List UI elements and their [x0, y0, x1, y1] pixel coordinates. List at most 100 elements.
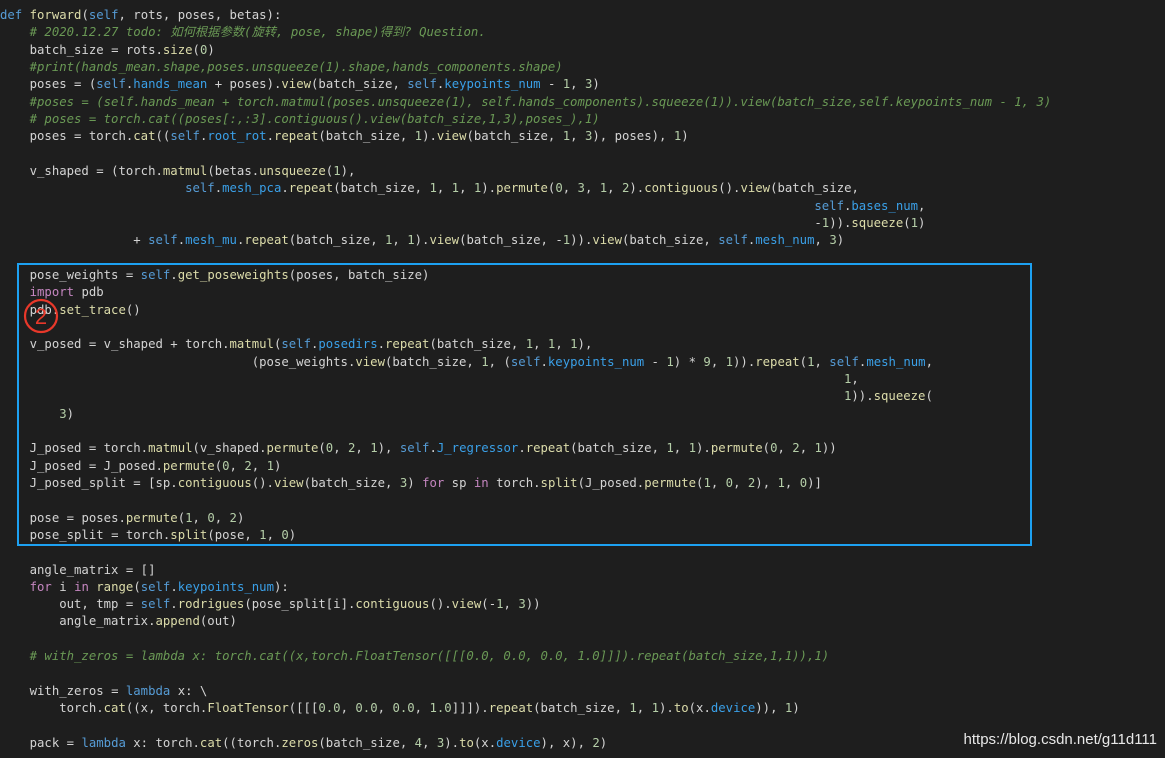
code-token: ,	[392, 233, 408, 248]
code-line[interactable]	[0, 665, 1165, 682]
code-line[interactable]	[0, 146, 1165, 163]
code-token: with_zeros	[0, 683, 112, 698]
code-editor[interactable]: def forward(self, rots, poses, betas): #…	[0, 0, 1165, 758]
code-line[interactable]: def forward(self, rots, poses, betas):	[0, 7, 1165, 24]
code-token: -	[540, 77, 563, 92]
code-token: v_shaped	[0, 163, 97, 178]
code-token: unsqueeze	[259, 163, 326, 178]
code-token: pack	[0, 735, 67, 750]
code-token: lambda	[81, 735, 126, 750]
code-token: ), x),	[540, 735, 593, 750]
code-token: )	[918, 215, 926, 230]
code-token: #poses = (self.hands_mean + torch.matmul…	[0, 94, 1052, 109]
code-token: 1	[629, 701, 637, 716]
code-token: (torch.	[111, 163, 163, 178]
code-token: 0.0	[355, 701, 378, 716]
code-line[interactable]: # with_zeros = lambda x: torch.cat((x,to…	[0, 648, 1165, 665]
code-token: (batch_size,	[288, 233, 386, 248]
code-token: =	[96, 163, 112, 178]
code-token: view	[436, 129, 467, 144]
annotation-mark-label: 2	[35, 304, 47, 329]
code-line[interactable]: self.mesh_pca.repeat(batch_size, 1, 1, 1…	[0, 180, 1165, 197]
code-token: view	[429, 233, 460, 248]
code-line[interactable]: #poses = (self.hands_mean + torch.matmul…	[0, 94, 1165, 111]
code-line[interactable]: angle_matrix.append(out)	[0, 613, 1165, 630]
code-token: ).	[422, 129, 437, 144]
code-token: ).	[444, 735, 460, 750]
code-token: def	[0, 8, 30, 22]
code-token: 1	[496, 597, 504, 612]
code-token: 2	[592, 735, 600, 750]
code-token: self	[170, 129, 200, 144]
code-token: ,	[436, 181, 452, 196]
code-token: view	[592, 233, 622, 248]
code-token: ))	[525, 597, 541, 612]
code-token: ().	[718, 181, 741, 196]
code-line[interactable]: with_zeros = lambda x: \	[0, 683, 1165, 700]
code-token: angle_matrix	[0, 562, 126, 577]
code-token: self	[185, 181, 215, 196]
code-token: (batch_size,	[621, 233, 719, 248]
code-token: (pose_split[i].	[244, 597, 356, 612]
code-token: self	[96, 77, 126, 92]
code-token: 0	[555, 181, 563, 196]
code-line[interactable]	[0, 544, 1165, 561]
code-token: lambda	[125, 683, 171, 698]
code-token: device	[710, 701, 756, 716]
code-token: 3	[577, 181, 585, 196]
code-token: ).	[629, 181, 645, 196]
code-token: )	[592, 77, 600, 92]
code-line[interactable]: out, tmp = self.rodrigues(pose_split[i].…	[0, 596, 1165, 613]
code-line[interactable]: angle_matrix = []	[0, 562, 1165, 579]
code-token: 0.0	[318, 701, 341, 716]
code-token: )	[836, 233, 845, 248]
code-token: ,	[814, 233, 830, 248]
code-line[interactable]: poses = torch.cat((self.root_rot.repeat(…	[0, 128, 1165, 145]
code-line[interactable]: batch_size = rots.size(0)	[0, 42, 1165, 59]
code-token: (batch_size,	[318, 735, 415, 750]
code-token: )	[599, 735, 608, 750]
code-line[interactable]: torch.cat((x, torch.FloatTensor([[[0.0, …	[0, 700, 1165, 717]
code-token: x: \	[170, 683, 208, 698]
code-line[interactable]: for i in range(self.keypoints_num):	[0, 579, 1165, 596]
code-token: +	[0, 233, 149, 248]
code-line[interactable]: self.bases_num,	[0, 198, 1165, 215]
code-token: squeeze	[851, 215, 904, 230]
code-token: 4	[414, 735, 423, 750]
code-token: size	[162, 42, 193, 57]
code-token: keypoints_num	[177, 579, 274, 594]
code-token: 1.0	[429, 701, 452, 716]
code-token: 3	[518, 597, 526, 612]
code-token: (	[81, 8, 89, 22]
code-token: .	[281, 181, 289, 196]
code-token: cat	[103, 701, 126, 716]
code-token: ):	[274, 579, 289, 594]
code-token: repeat	[244, 233, 289, 248]
code-line[interactable]: # 2020.12.27 todo: 如何根据参数(旋转, pose, shap…	[0, 24, 1165, 41]
code-line[interactable]: + self.mesh_mu.repeat(batch_size, 1, 1).…	[0, 232, 1165, 249]
code-token: )).	[570, 233, 593, 248]
code-token: (batch_size,	[311, 77, 408, 92]
code-token: ),	[340, 163, 356, 178]
code-token: ,	[918, 198, 926, 213]
code-line[interactable]: # poses = torch.cat((poses[:,:3].contigu…	[0, 111, 1165, 128]
code-line[interactable]: v_shaped = (torch.matmul(betas.unsqueeze…	[0, 163, 1165, 180]
code-token: =	[66, 735, 82, 750]
code-token: 1	[451, 181, 460, 196]
code-line[interactable]: -1)).squeeze(1)	[0, 215, 1165, 232]
code-token: ,	[636, 701, 652, 716]
code-token: to	[459, 735, 474, 750]
code-token: view	[281, 77, 312, 92]
code-line[interactable]: #print(hands_mean.shape,poses.unsqueeze(…	[0, 59, 1165, 76]
code-token: mesh_num	[755, 233, 815, 248]
code-token: ,	[459, 181, 474, 196]
code-token: ).	[659, 701, 674, 716]
code-token: self	[718, 233, 748, 248]
code-token: , rots, poses, betas):	[118, 8, 282, 22]
code-token: 1	[910, 215, 919, 230]
code-line[interactable]: poses = (self.hands_mean + poses).view(b…	[0, 76, 1165, 93]
code-token: to	[673, 701, 689, 716]
code-line[interactable]	[0, 631, 1165, 648]
code-token: mesh_pca	[222, 181, 282, 196]
code-token: []	[140, 562, 156, 577]
